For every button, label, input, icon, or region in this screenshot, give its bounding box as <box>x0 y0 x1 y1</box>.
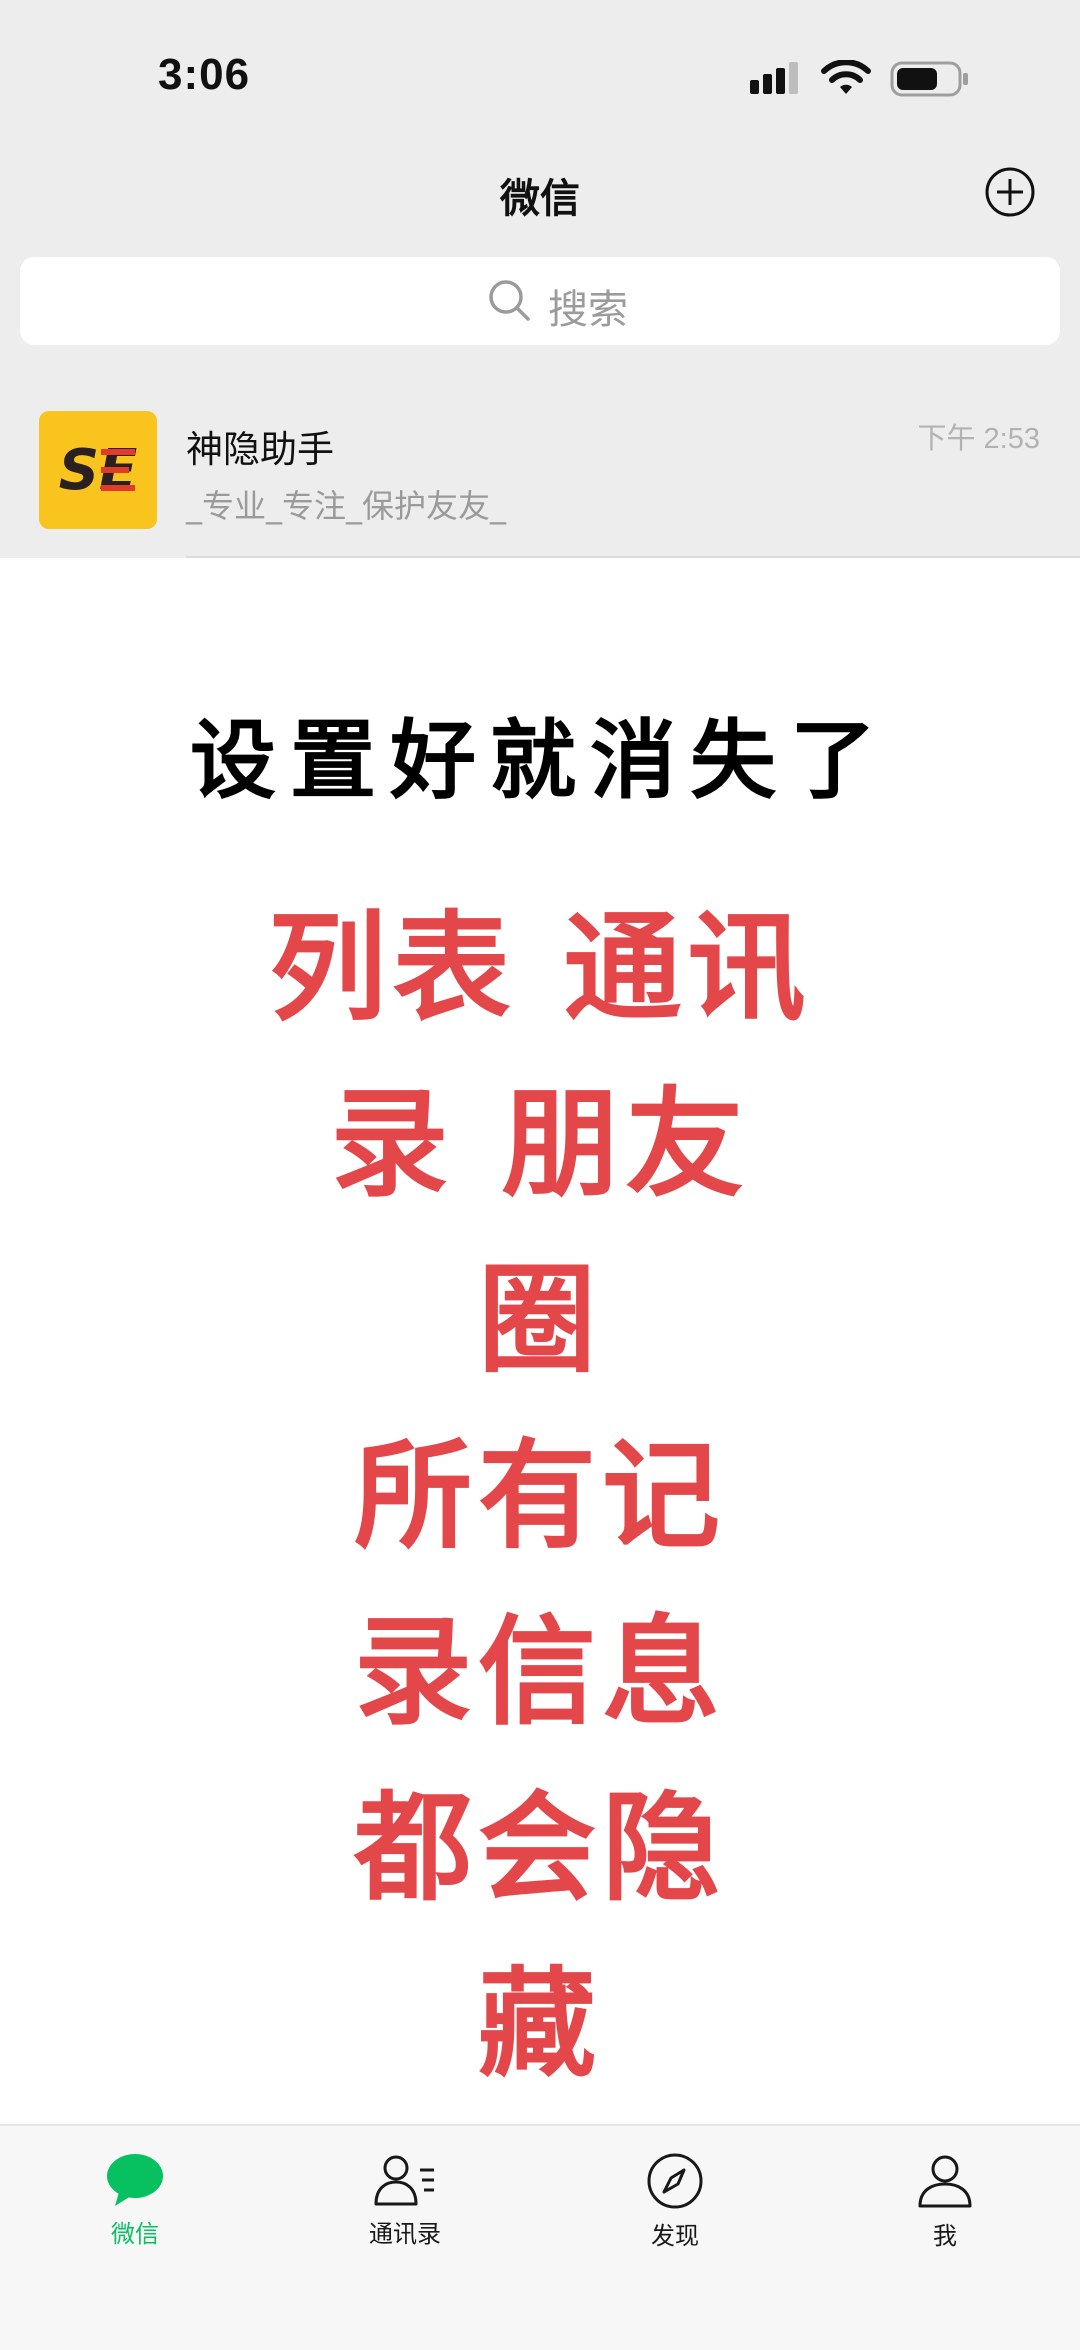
add-plus-button[interactable] <box>984 166 1036 218</box>
contacts-icon <box>374 2155 434 2206</box>
promo-lines: 列表 通讯 录 朋友 圈 所有记 录信息 都会隐 藏 <box>0 880 1080 2112</box>
chat-preview: _专业_专注_保护友友_ <box>186 487 507 525</box>
tab-label: 微信 <box>111 2220 159 2248</box>
promo-line: 录信息 <box>353 1603 726 1741</box>
tab-chats[interactable]: 微信 <box>0 2152 270 2272</box>
wifi-icon <box>821 60 871 94</box>
row-divider <box>186 556 1080 558</box>
tab-contacts[interactable]: 通讯录 <box>270 2152 540 2272</box>
tab-label: 发现 <box>651 2222 699 2250</box>
promo-headline: 设置好就消失了 <box>190 711 890 811</box>
tab-discover[interactable]: 发现 <box>540 2152 810 2272</box>
status-time: 3:06 <box>158 50 251 99</box>
battery-icon <box>890 61 968 97</box>
promo-line: 都会隐 <box>353 1779 726 1917</box>
tab-me[interactable]: 我 <box>810 2152 1080 2272</box>
promo-line: 所有记 <box>353 1427 726 1565</box>
promo-line: 藏 <box>477 1955 602 2093</box>
promo-line: 列表 通讯 <box>268 899 812 1037</box>
search-icon <box>489 280 530 321</box>
page-title: 微信 <box>500 176 580 222</box>
chat-time: 下午 2:53 <box>917 423 1041 455</box>
signal-icon <box>750 62 798 94</box>
search-placeholder: 搜索 <box>548 287 628 333</box>
chat-list-item[interactable]: SE 神隐助手 _专业_专注_保护友友_ 下午 2:53 <box>0 375 1080 558</box>
person-icon <box>918 2155 972 2208</box>
avatar: SE <box>39 411 157 529</box>
status-icons <box>750 56 990 102</box>
compass-icon <box>647 2153 703 2209</box>
promo-line: 圈 <box>477 1251 602 1389</box>
tab-label: 我 <box>933 2222 957 2250</box>
tab-label: 通讯录 <box>369 2220 441 2248</box>
promo-line: 录 朋友 <box>330 1075 750 1213</box>
chat-bubble-icon <box>107 2154 163 2206</box>
se-logo-icon: SE <box>59 438 138 503</box>
tab-bar: 微信 通讯录 发现 我 <box>0 2124 1080 2350</box>
chat-name: 神隐助手 <box>186 428 334 471</box>
search-bar[interactable]: 搜索 <box>20 257 1060 345</box>
